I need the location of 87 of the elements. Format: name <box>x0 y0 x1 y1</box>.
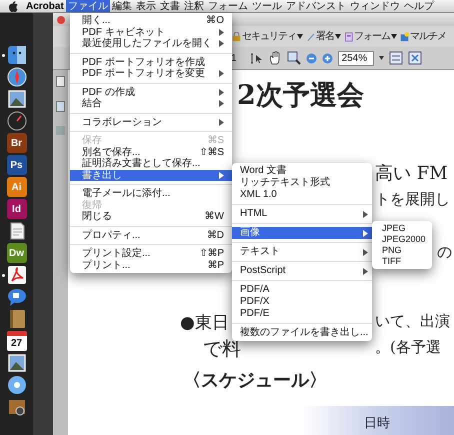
menu-item[interactable]: 画像 <box>232 227 372 239</box>
document-text: トを展開し <box>375 192 450 207</box>
document-text: ●東日 <box>180 315 229 332</box>
dropdown-caret-icon[interactable] <box>378 56 384 60</box>
menu-item[interactable]: 別名で保存... ⇧⌘S <box>70 146 232 158</box>
menu-bar-item[interactable]: 文書 <box>158 0 182 12</box>
menu-item[interactable]: 開く... ⌘O <box>70 15 232 26</box>
menu-bar-item[interactable]: 表示 <box>134 0 158 12</box>
section-heading: 〈スケジュール〉 <box>183 372 327 390</box>
menu-bar-item[interactable]: フォーム <box>206 0 250 12</box>
menu-bar-item[interactable]: ウィンドウ <box>348 0 402 12</box>
menu-bar-item[interactable]: ツール <box>250 0 284 12</box>
calendar-icon[interactable]: 27 <box>6 331 26 351</box>
document-text: で料 <box>203 340 241 359</box>
menu-item[interactable]: 結合 <box>70 98 232 110</box>
menu-bar-item[interactable]: 編集 <box>110 0 134 12</box>
marquee-zoom-icon[interactable] <box>286 51 301 65</box>
zoom-field[interactable]: 254% <box>338 50 374 66</box>
table-header-cell-text: 日時 <box>364 414 390 432</box>
menu-item[interactable]: PostScript <box>232 265 372 277</box>
menu-item[interactable]: プリント設定... ⇧⌘P <box>70 248 232 260</box>
menu-item[interactable]: プリント... ⌘P <box>70 260 232 271</box>
zoom-in-icon[interactable] <box>322 52 333 64</box>
menu-item[interactable]: TIFF <box>372 256 432 267</box>
chat-bubble-icon[interactable] <box>6 287 26 307</box>
document-text: の <box>437 245 452 260</box>
toolbar-button[interactable]: 署名 <box>306 29 341 44</box>
menu-item[interactable]: 書き出し <box>70 170 232 181</box>
zoom-out-icon[interactable] <box>306 52 317 64</box>
gauge-icon[interactable] <box>6 111 26 131</box>
text-select-icon[interactable] <box>250 52 263 64</box>
app-icon[interactable]: Br <box>6 133 26 153</box>
menu-bar-item[interactable]: ヘルプ <box>402 0 436 12</box>
menu-item[interactable]: HTML <box>232 208 372 220</box>
document-heading: 2次予選会 <box>237 82 364 109</box>
full-screen-icon[interactable] <box>408 51 422 65</box>
page-number: 1 <box>231 52 237 66</box>
menu-item[interactable]: 証明済み文書として保存... <box>70 158 232 170</box>
menu-item[interactable]: PDF キャビネット <box>70 26 232 38</box>
menu-item[interactable]: PDF の作成 <box>70 86 232 98</box>
menu-item[interactable]: 最近使用したファイルを開く <box>70 38 232 50</box>
menu-item[interactable]: JPEG <box>372 223 432 234</box>
menu-item[interactable]: XML 1.0 <box>232 189 372 201</box>
hand-icon[interactable] <box>268 51 282 65</box>
app-icon[interactable]: Dw <box>6 243 26 263</box>
menu-item[interactable]: PNG <box>372 245 432 256</box>
picture-icon[interactable] <box>6 89 26 109</box>
close-button[interactable] <box>57 16 65 24</box>
document-text: 高い FM <box>375 165 448 183</box>
padlock-icon <box>232 32 241 42</box>
app-menu[interactable]: Acrobat <box>24 0 66 12</box>
menu-item[interactable]: PDF ポートフォリオを作成 <box>70 56 232 68</box>
menu-item[interactable]: テキスト <box>232 246 372 258</box>
pages-icon[interactable] <box>56 76 65 87</box>
attachment-icon[interactable] <box>56 101 65 112</box>
menu-bar-item[interactable]: 注釈 <box>182 0 206 12</box>
form-icon <box>344 32 353 42</box>
toolbar-button[interactable]: フォーム <box>344 29 397 44</box>
menu-item[interactable]: 複数のファイルを書き出し... <box>232 327 372 339</box>
media-icon <box>400 32 409 42</box>
camera-icon[interactable] <box>6 397 26 417</box>
toolbar-button[interactable]: マルチメ <box>400 29 446 44</box>
pdf-icon[interactable] <box>6 265 26 285</box>
apple-icon[interactable] <box>8 0 18 12</box>
fit-page-icon[interactable] <box>388 51 403 65</box>
app-icon[interactable]: Ps <box>6 155 26 175</box>
menu-item[interactable]: プロパティ... ⌘D <box>70 230 232 241</box>
toolbar-button[interactable]: セキュリティ <box>232 29 303 44</box>
music-disc-icon[interactable] <box>6 375 26 395</box>
menu-item[interactable]: JPEG2000 <box>372 234 432 245</box>
menu-item[interactable]: コラボレーション <box>70 116 232 128</box>
menu-item[interactable]: PDF/X <box>232 296 372 308</box>
app-icon[interactable]: Id <box>6 199 26 219</box>
menu-item[interactable]: PDF/A <box>232 284 372 296</box>
document-text: いて、出演 <box>375 314 450 329</box>
face-icon[interactable] <box>6 45 26 65</box>
menu-bar-item[interactable]: ファイル <box>66 0 110 12</box>
document-text: 。(各予選 <box>375 340 441 355</box>
picture-icon[interactable] <box>6 353 26 373</box>
menu-bar-item[interactable]: アドバンスト <box>284 0 348 12</box>
compass-icon[interactable] <box>6 67 26 87</box>
menu-item[interactable]: Word 文書 <box>232 165 372 177</box>
menu-item[interactable]: PDF ポートフォリオを変更 <box>70 68 232 80</box>
menu-item[interactable]: 閉じる ⌘W <box>70 211 232 222</box>
menu-item[interactable]: 電子メールに添付... <box>70 188 232 200</box>
menu-item[interactable]: PDF/E <box>232 308 372 320</box>
menu-item[interactable]: リッチテキスト形式 <box>232 177 372 189</box>
